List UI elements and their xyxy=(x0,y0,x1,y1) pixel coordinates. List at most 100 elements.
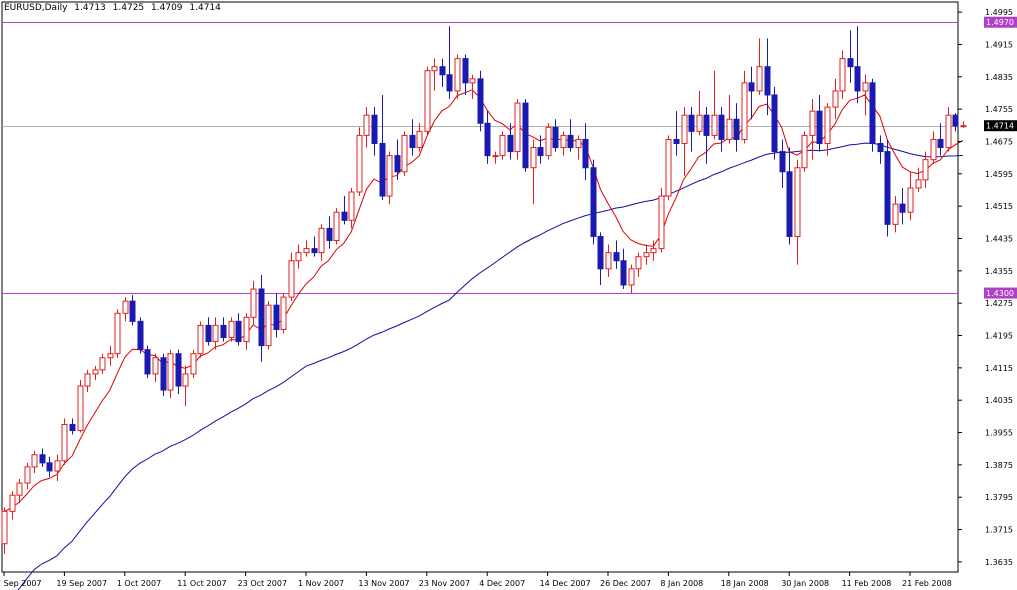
y-tick-label: 1.4275 xyxy=(985,299,1013,308)
y-tick-label: 1.3875 xyxy=(985,461,1013,470)
candle-body xyxy=(862,82,869,92)
x-tick-label: 30 Jan 2008 xyxy=(781,579,829,588)
candle-body xyxy=(356,134,363,193)
candle-body xyxy=(69,423,76,432)
candle-body xyxy=(748,82,755,92)
candle-body xyxy=(816,110,823,144)
candle-body xyxy=(718,114,725,140)
candle-body xyxy=(952,114,959,127)
candle-body xyxy=(575,138,582,149)
candle-body xyxy=(152,357,159,375)
candle-body xyxy=(220,324,227,339)
x-tick-label: 1 Nov 2007 xyxy=(298,579,344,588)
x-tick-label: 14 Dec 2007 xyxy=(540,579,591,588)
candle-body xyxy=(907,187,914,213)
x-tick-label: 19 Sep 2007 xyxy=(56,579,107,588)
candle-body xyxy=(545,126,552,157)
candle-body xyxy=(537,147,544,157)
x-tick-label: 18 Jan 2008 xyxy=(721,579,769,588)
candle-body xyxy=(107,353,114,359)
candle-body xyxy=(726,118,733,140)
candle-body xyxy=(869,82,876,144)
candle-body xyxy=(205,324,212,343)
y-tick-label: 1.4435 xyxy=(985,234,1013,243)
candle-body xyxy=(288,260,295,298)
candle-body xyxy=(854,66,861,92)
candle-body xyxy=(190,353,197,375)
candle-body xyxy=(401,134,408,173)
candle-body xyxy=(326,227,333,242)
y-tick-label: 1.4915 xyxy=(985,40,1013,49)
candle-body xyxy=(394,155,401,173)
candle-body xyxy=(794,167,801,237)
candle-body xyxy=(273,304,280,330)
candle-body xyxy=(628,268,635,286)
candle-body xyxy=(552,126,559,149)
level-tag-label: 1.4300 xyxy=(986,289,1014,298)
candle-body xyxy=(416,130,423,149)
y-tick-label: 1.4195 xyxy=(985,332,1013,341)
candle-body xyxy=(597,235,604,270)
candle-body xyxy=(582,138,589,169)
candle-body xyxy=(348,191,355,221)
candle-body xyxy=(711,114,718,136)
candle-body xyxy=(61,423,68,462)
candle-body xyxy=(99,357,106,371)
candle-body xyxy=(197,324,204,355)
candle-body xyxy=(379,142,386,197)
candle-body xyxy=(681,114,688,144)
candle-body xyxy=(424,70,431,132)
candle-body xyxy=(567,134,574,149)
candle-body xyxy=(756,66,763,92)
y-tick-label: 1.3635 xyxy=(985,558,1013,567)
levels-layer xyxy=(2,22,958,294)
candle-body xyxy=(439,66,446,76)
candle-body xyxy=(499,134,506,157)
candle-body xyxy=(832,90,839,108)
candle-body xyxy=(295,252,302,262)
candle-body xyxy=(741,82,748,140)
x-tick-label: 11 Feb 2008 xyxy=(842,579,892,588)
candle-body xyxy=(801,134,808,169)
candle-body xyxy=(786,171,793,237)
candle-body xyxy=(884,151,891,225)
candle-body xyxy=(492,155,499,158)
candle-body xyxy=(371,114,378,144)
candle-body xyxy=(122,300,129,314)
x-tick-label: 23 Nov 2007 xyxy=(419,579,470,588)
candle-body xyxy=(243,316,250,343)
y-tick-label: 1.3795 xyxy=(985,493,1013,502)
candle-body xyxy=(643,252,650,258)
candle-body xyxy=(212,324,219,343)
candle-body xyxy=(688,114,695,132)
y-tick-label: 1.4355 xyxy=(985,267,1013,276)
candle-body xyxy=(809,110,816,136)
candle-body xyxy=(530,147,537,169)
candle-body xyxy=(303,248,310,254)
candle-body xyxy=(280,296,287,330)
candle-body xyxy=(877,142,884,153)
candle-body xyxy=(409,134,416,149)
candle-body xyxy=(175,353,182,387)
x-tick-label: 8 Jan 2008 xyxy=(660,579,703,588)
candle-body xyxy=(129,300,136,322)
candle-body xyxy=(341,211,348,221)
candle-body xyxy=(839,58,846,92)
candle-body xyxy=(484,122,491,157)
candle-body xyxy=(258,288,265,347)
y-tick-label: 1.4675 xyxy=(985,137,1013,146)
candle-body xyxy=(696,114,703,132)
candle-body xyxy=(915,179,922,189)
candle-body xyxy=(703,114,710,136)
price-chart[interactable]: 1.4995 1.4915 1.4835 1.4755 1.4675 1.4595 1.45… xyxy=(0,0,1017,590)
candle-body xyxy=(590,167,597,237)
candle-body xyxy=(945,114,952,149)
candle-body xyxy=(446,74,453,92)
candle-body xyxy=(824,106,831,144)
candle-body xyxy=(182,373,189,387)
candle-body xyxy=(560,134,567,149)
candle-body xyxy=(960,125,967,128)
candle-body xyxy=(892,203,899,225)
candle-body xyxy=(605,252,612,270)
y-tick-label: 1.4995 xyxy=(985,8,1013,17)
